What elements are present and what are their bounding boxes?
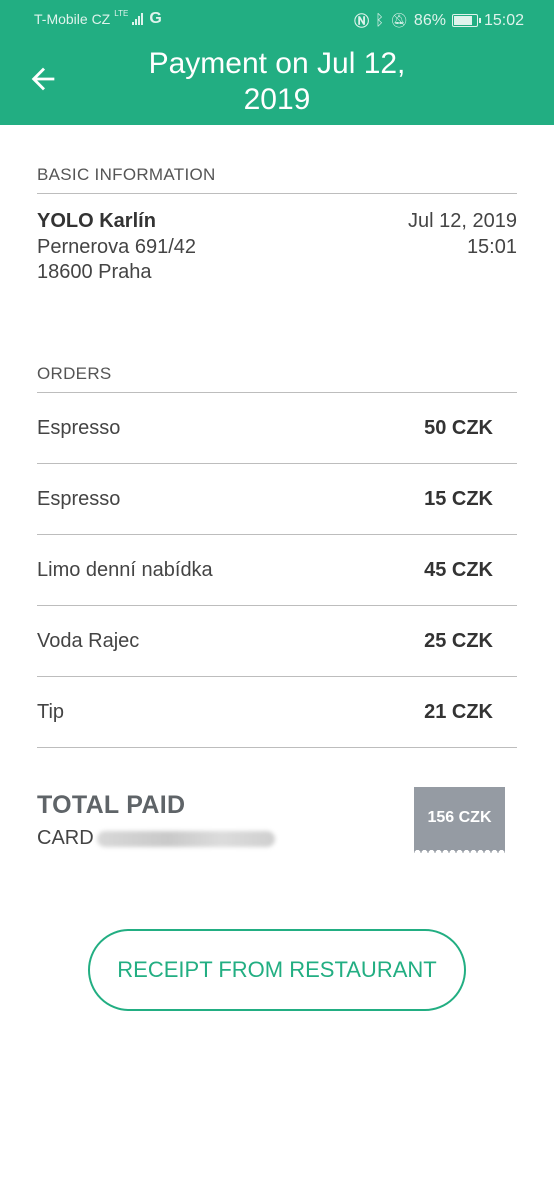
- payment-date: Jul 12, 2019: [408, 210, 517, 232]
- status-bar: T-Mobile CZ LTE G Ⓝ ᛒ 🔕︎ 86% 15:02: [0, 0, 554, 38]
- status-left: T-Mobile CZ LTE G: [34, 8, 162, 28]
- network-type-label: LTE: [114, 8, 129, 18]
- status-right: Ⓝ ᛒ 🔕︎ 86% 15:02: [354, 10, 524, 31]
- nfc-icon: Ⓝ: [354, 13, 370, 30]
- order-row: Voda Rajec 25 CZK: [37, 606, 517, 677]
- orders-section: ORDERS Espresso 50 CZK Espresso 15 CZK L…: [37, 364, 517, 748]
- order-item-name: Espresso: [37, 417, 121, 439]
- order-item-name: Limo denní nabídka: [37, 559, 213, 581]
- venue-address-line1: Pernerova 691/42: [37, 236, 197, 258]
- total-amount-badge: 156 CZK: [414, 787, 505, 849]
- silent-bell-icon: 🔕︎: [390, 12, 408, 28]
- order-item-price: 45 CZK: [424, 559, 493, 581]
- venue-name: YOLO Karlín: [37, 210, 156, 232]
- clock: 15:02: [483, 11, 524, 29]
- receipt-edge-decoration: [414, 847, 505, 853]
- order-row: Tip 21 CZK: [37, 677, 517, 748]
- app-bar: Payment on Jul 12, 2019: [0, 38, 554, 125]
- payment-time: 15:01: [466, 236, 517, 258]
- order-row: Espresso 50 CZK: [37, 393, 517, 464]
- basic-information-header: BASIC INFORMATION: [37, 165, 517, 194]
- order-item-price: 21 CZK: [424, 701, 493, 723]
- order-row: Espresso 15 CZK: [37, 464, 517, 535]
- order-item-price: 15 CZK: [424, 488, 493, 510]
- total-section: TOTAL PAID CARD 156 CZK: [37, 785, 517, 855]
- page-title: Payment on Jul 12, 2019: [148, 47, 406, 116]
- venue-address-line2: 18600 Praha: [37, 261, 152, 283]
- data-icon: G: [149, 10, 162, 27]
- order-row: Limo denní nabídka 45 CZK: [37, 535, 517, 606]
- orders-header: ORDERS: [37, 364, 517, 393]
- venue-info: YOLO Karlín Pernerova 691/42 18600 Praha…: [37, 210, 517, 283]
- order-item-price: 25 CZK: [424, 630, 493, 652]
- order-item-price: 50 CZK: [424, 417, 493, 439]
- order-item-name: Tip: [37, 701, 65, 723]
- receipt-from-restaurant-button[interactable]: RECEIPT FROM RESTAURANT: [88, 929, 466, 1011]
- battery-fill: [453, 16, 472, 25]
- order-item-name: Espresso: [37, 488, 121, 510]
- signal-icon: [132, 13, 144, 25]
- basic-information-section: BASIC INFORMATION YOLO Karlín Pernerova …: [37, 165, 517, 283]
- battery-percent: 86%: [413, 11, 446, 29]
- bluetooth-icon: ᛒ: [375, 12, 385, 29]
- order-item-name: Voda Rajec: [37, 630, 140, 652]
- battery-icon: [451, 14, 481, 27]
- total-paid-label: TOTAL PAID: [37, 791, 186, 819]
- back-button[interactable]: [26, 62, 60, 96]
- masked-card-number: [97, 831, 275, 847]
- payment-method-label: CARD: [37, 827, 94, 849]
- arrow-left-icon: [31, 67, 55, 91]
- carrier-label: T-Mobile CZ: [34, 11, 111, 27]
